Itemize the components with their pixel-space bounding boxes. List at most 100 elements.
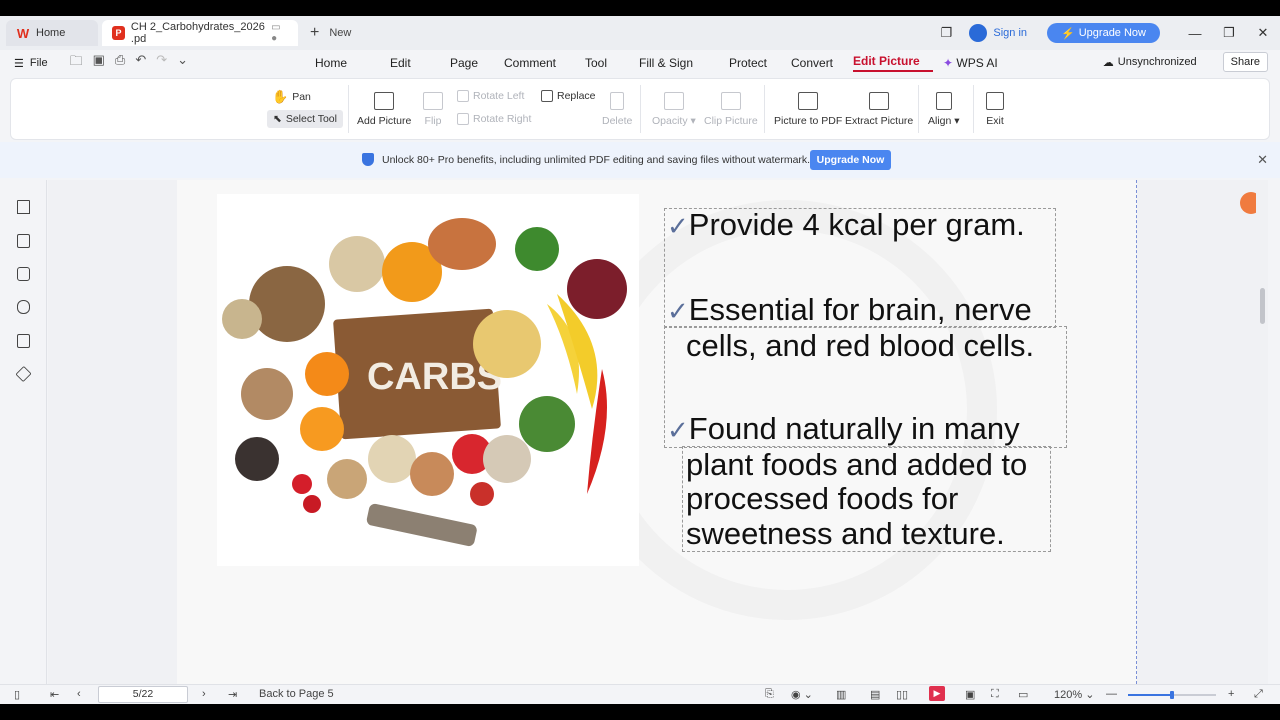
comment-icon[interactable] [17,267,30,281]
two-page-icon[interactable]: ▯▯ [896,688,908,701]
bullet-1: ✓Provide 4 kcal per gram. [667,207,1025,244]
tab-document[interactable]: P CH 2_Carbohydrates_2026 .pd ▭ ● [102,20,298,46]
continuous-page-icon[interactable]: ▤ [870,688,880,701]
eye-view-icon[interactable]: ◉ ⌄ [791,688,813,701]
add-picture-button[interactable]: Add Picture [357,92,411,127]
zoom-slider-fill [1128,694,1172,696]
opacity-button[interactable]: Opacity ▾ [652,92,696,127]
print-icon[interactable]: ⎙ [115,52,125,74]
sidebar-toggle-icon[interactable]: ▯ [14,688,20,701]
vertical-scrollbar[interactable] [1256,180,1268,684]
menu-bar: ☰ File 🗀 ▣ ⎙ ↶ ↷ ⌄ Home Edit Page Commen… [0,50,1280,76]
close-window-icon[interactable]: ✕ [1246,25,1280,41]
tab-home[interactable]: W Home [6,20,98,46]
replace-label: Replace [557,90,596,102]
extract-picture-button[interactable]: Extract Picture [845,92,913,127]
sparkle-icon: ✦ [943,56,954,70]
bullet-2-line-2: cells, and red blood cells. [686,327,1035,363]
sign-in-button[interactable]: Sign in [969,24,1027,42]
fullscreen-icon[interactable]: ⤢ [1254,688,1263,701]
new-tab-button[interactable]: + New [310,24,351,42]
zoom-out-icon[interactable]: — [1106,688,1117,700]
prev-page-icon[interactable]: ‹ [77,688,81,700]
menu-bar-right: ☁ Unsynchronized Share [1103,52,1268,72]
undo-icon[interactable]: ↶ [135,52,146,74]
ribbon-separator [918,85,919,133]
next-page-icon[interactable]: › [202,688,206,700]
hand-icon: ✋ [272,89,289,104]
delete-button[interactable]: Delete [602,92,632,127]
tab-document-label: CH 2_Carbohydrates_2026 .pd [130,21,265,45]
save-icon[interactable]: ▣ [93,52,105,74]
exit-button[interactable]: Exit [986,92,1004,127]
menu-wps-ai[interactable]: ✦ WPS AI [943,56,1013,70]
banner-upgrade-button[interactable]: Upgrade Now [810,150,891,170]
menu-page[interactable]: Page [450,56,504,70]
close-banner-icon[interactable]: ✕ [1257,152,1268,168]
scrollbar-thumb[interactable] [1260,288,1265,324]
zoom-slider[interactable] [1128,691,1216,699]
window-view-icon[interactable]: ❐ [929,25,963,41]
single-page-icon[interactable]: ▥ [836,688,846,701]
menu-comment[interactable]: Comment [504,56,585,70]
rotate-right-button[interactable]: Rotate Right [457,113,531,125]
open-folder-icon[interactable]: 🗀 [70,52,83,74]
menu-protect[interactable]: Protect [729,56,791,70]
menu-tool[interactable]: Tool [585,56,639,70]
export-icon[interactable]: ⎘ [765,688,774,701]
rotate-right-label: Rotate Right [473,113,532,125]
play-slideshow-icon[interactable]: ▶ [929,686,945,701]
page-number-input[interactable]: 5/22 [98,686,188,703]
attachment-icon[interactable] [17,300,30,314]
bookmark-icon[interactable] [17,200,30,214]
unsaved-dot-icon[interactable]: ▭ ● [271,22,288,44]
replace-button[interactable]: Replace [541,90,596,102]
zoom-level[interactable]: 120% ⌄ [1054,688,1094,701]
wps-pdf-window: W Home P CH 2_Carbohydrates_2026 .pd ▭ ●… [0,16,1280,704]
file-menu[interactable]: ☰ File [14,57,48,70]
bookmark-view-icon[interactable]: ▭ [1018,688,1028,701]
align-label: Align ▾ [928,115,960,127]
exit-icon [986,92,1004,110]
restore-icon[interactable]: ❐ [1212,25,1246,41]
clip-picture-button[interactable]: Clip Picture [704,92,758,127]
main-menu: Home Edit Page Comment Tool Fill & Sign … [315,50,1013,76]
zoom-in-icon[interactable]: + [1228,688,1234,700]
menu-edit[interactable]: Edit [390,56,450,70]
plus-icon: + [310,24,320,41]
menu-edit-picture[interactable]: Edit Picture [853,54,933,72]
select-tool[interactable]: ⬉ Select Tool [267,110,343,128]
delete-label: Delete [602,115,633,127]
upgrade-now-button[interactable]: ⚡ Upgrade Now [1047,23,1160,43]
layers-icon[interactable] [15,365,32,383]
signature-icon[interactable] [17,334,30,348]
menu-home[interactable]: Home [315,56,390,70]
menu-convert[interactable]: Convert [791,56,853,70]
select-tool-label: Select Tool [285,113,337,125]
last-page-icon[interactable]: ⇥ [228,688,237,701]
carbs-food-picture[interactable]: CARBS [217,194,639,566]
picture-to-pdf-button[interactable]: Picture to PDF [774,92,842,127]
rotate-left-button[interactable]: Rotate Left [457,90,524,102]
redo-icon[interactable]: ↷ [156,52,167,74]
pdf-icon: P [112,26,125,40]
bullet-2-line-1: Essential for brain, nerve [688,292,1032,327]
minimize-icon[interactable]: — [1178,26,1212,41]
pan-tool[interactable]: ✋ Pan [272,89,311,105]
picture-to-pdf-label: Picture to PDF [774,115,843,127]
chevron-down-icon[interactable]: ⌄ [177,52,188,74]
thumbnails-icon[interactable] [17,234,30,248]
back-to-page-link[interactable]: Back to Page 5 [259,688,334,700]
menu-fill-sign[interactable]: Fill & Sign [639,56,729,70]
fit-page-icon[interactable]: ⛶ [991,688,999,701]
ribbon-separator [640,85,641,133]
flip-button[interactable]: Flip [423,92,443,127]
title-bar: W Home P CH 2_Carbohydrates_2026 .pd ▭ ●… [0,16,1280,50]
align-button[interactable]: Align ▾ [928,92,960,127]
zoom-slider-knob[interactable] [1170,691,1174,699]
rotate-left-icon [457,90,469,102]
sync-status[interactable]: Unsynchronized [1118,56,1197,68]
fit-width-icon[interactable]: ▣ [965,688,975,701]
first-page-icon[interactable]: ⇤ [50,688,59,701]
share-button[interactable]: Share [1222,52,1268,72]
